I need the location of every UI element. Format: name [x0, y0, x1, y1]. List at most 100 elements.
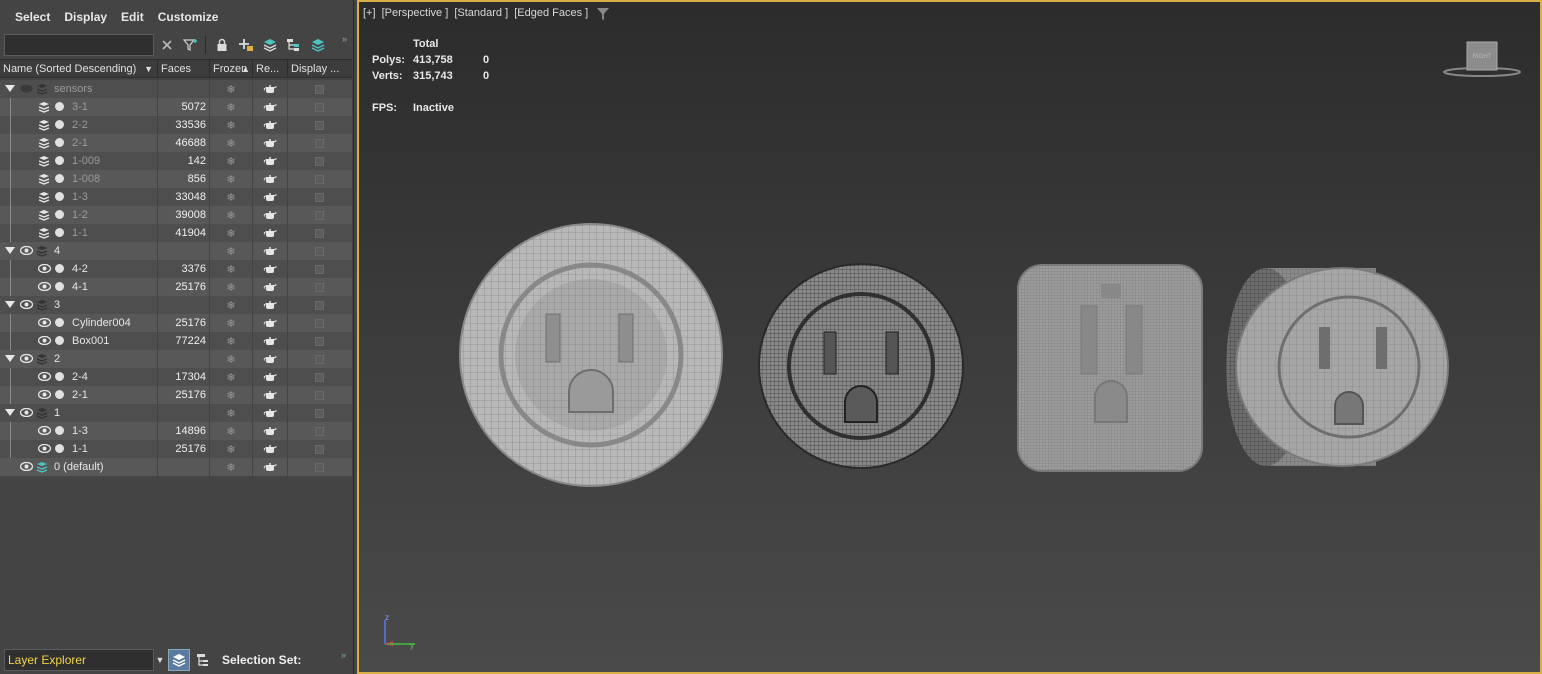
display-checkbox[interactable] — [314, 372, 324, 382]
display-checkbox[interactable] — [314, 390, 324, 400]
display-checkbox[interactable] — [314, 138, 324, 148]
column-display[interactable]: Display ... — [288, 60, 350, 77]
teapot-icon[interactable] — [263, 137, 277, 150]
teapot-icon[interactable] — [263, 281, 277, 294]
teapot-icon[interactable] — [263, 83, 277, 96]
column-name[interactable]: Name (Sorted Descending) ▼ — [0, 60, 158, 77]
layer-row[interactable]: 3 ❄ — [0, 296, 352, 314]
expand-triangle-icon[interactable] — [5, 409, 15, 416]
teapot-icon[interactable] — [263, 119, 277, 132]
teapot-icon[interactable] — [263, 443, 277, 456]
teapot-icon[interactable] — [263, 335, 277, 348]
visible-eye-icon[interactable] — [37, 389, 52, 400]
layer-row[interactable]: 0 (default) ❄ — [0, 458, 352, 476]
expand-triangle-icon[interactable] — [5, 355, 15, 362]
snowflake-icon[interactable]: ❄ — [226, 209, 235, 222]
sort-by-hierarchy-icon[interactable] — [192, 649, 214, 671]
layer-icon[interactable] — [36, 299, 48, 311]
visible-eye-icon[interactable] — [37, 371, 52, 382]
object-row[interactable]: 1-1 25176 ❄ — [0, 440, 352, 458]
display-checkbox[interactable] — [314, 318, 324, 328]
object-row[interactable]: 2-4 17304 ❄ — [0, 368, 352, 386]
expand-bottom-icon[interactable]: » — [341, 650, 346, 660]
layer-row[interactable]: 4 ❄ — [0, 242, 352, 260]
hidden-object-icon[interactable] — [38, 137, 51, 149]
teapot-icon[interactable] — [263, 245, 277, 258]
display-checkbox[interactable] — [314, 444, 324, 454]
snowflake-icon[interactable]: ❄ — [226, 137, 235, 150]
object-label[interactable]: 1-3 — [72, 191, 88, 203]
teapot-icon[interactable] — [263, 227, 277, 240]
display-checkbox[interactable] — [314, 264, 324, 274]
clear-search-icon[interactable] — [156, 34, 178, 56]
object-label[interactable]: 2-4 — [72, 371, 88, 383]
snowflake-icon[interactable]: ❄ — [226, 389, 235, 402]
object-row[interactable]: 2-2 33536 ❄ — [0, 116, 352, 134]
snowflake-icon[interactable]: ❄ — [226, 299, 235, 312]
object-row[interactable]: 3-1 5072 ❄ — [0, 98, 352, 116]
search-input[interactable] — [4, 34, 154, 56]
snowflake-icon[interactable]: ❄ — [226, 425, 235, 438]
menu-edit[interactable]: Edit — [114, 10, 151, 24]
teapot-icon[interactable] — [263, 389, 277, 402]
column-render[interactable]: Re... — [253, 60, 288, 77]
teapot-icon[interactable] — [263, 263, 277, 276]
layer-label[interactable]: 1 — [54, 407, 60, 419]
hidden-object-icon[interactable] — [38, 155, 51, 167]
chevron-down-icon[interactable]: ▼ — [154, 649, 166, 671]
expand-toolbar-icon[interactable]: » — [342, 34, 347, 44]
menu-select[interactable]: Select — [8, 10, 57, 24]
object-label[interactable]: 1-1 — [72, 443, 88, 455]
object-row[interactable]: 1-2 39008 ❄ — [0, 206, 352, 224]
object-label[interactable]: 2-1 — [72, 389, 88, 401]
snowflake-icon[interactable]: ❄ — [226, 281, 235, 294]
snowflake-icon[interactable]: ❄ — [226, 407, 235, 420]
hidden-object-icon[interactable] — [38, 173, 51, 185]
snowflake-icon[interactable]: ❄ — [226, 335, 235, 348]
mesh-round-sensor-2[interactable] — [758, 263, 964, 469]
display-checkbox[interactable] — [314, 300, 324, 310]
teapot-icon[interactable] — [263, 371, 277, 384]
teapot-icon[interactable] — [263, 353, 277, 366]
object-label[interactable]: 2-2 — [72, 119, 88, 131]
hidden-object-icon[interactable] — [38, 209, 51, 221]
teapot-icon[interactable] — [263, 173, 277, 186]
display-checkbox[interactable] — [314, 210, 324, 220]
layer-label[interactable]: 2 — [54, 353, 60, 365]
column-frozen[interactable]: Frozen ▲ — [210, 60, 253, 77]
teapot-icon[interactable] — [263, 101, 277, 114]
object-row[interactable]: 1-008 856 ❄ — [0, 170, 352, 188]
object-label[interactable]: 1-009 — [72, 155, 100, 167]
layer-row[interactable]: 1 ❄ — [0, 404, 352, 422]
filter-icon[interactable] — [180, 34, 202, 56]
snowflake-icon[interactable]: ❄ — [226, 227, 235, 240]
object-label[interactable]: 1-2 — [72, 209, 88, 221]
hierarchy-icon[interactable] — [283, 34, 305, 56]
hidden-object-icon[interactable] — [38, 101, 51, 113]
visible-eye-icon[interactable] — [19, 353, 34, 364]
mesh-round-sensor-1[interactable] — [459, 223, 723, 487]
layer-icon[interactable] — [36, 83, 48, 95]
lock-icon[interactable] — [211, 34, 233, 56]
object-row[interactable]: 2-1 46688 ❄ — [0, 134, 352, 152]
object-row[interactable]: 1-1 41904 ❄ — [0, 224, 352, 242]
display-checkbox[interactable] — [314, 336, 324, 346]
display-checkbox[interactable] — [314, 408, 324, 418]
object-label[interactable]: 4-1 — [72, 281, 88, 293]
sort-asc-icon[interactable]: ▲ — [241, 60, 250, 77]
active-layer-icon[interactable] — [36, 461, 48, 473]
display-checkbox[interactable] — [314, 102, 324, 112]
layer-label[interactable]: 3 — [54, 299, 60, 311]
layer-icon[interactable] — [36, 353, 48, 365]
snowflake-icon[interactable]: ❄ — [226, 101, 235, 114]
mesh-box-sensor[interactable] — [1017, 264, 1203, 472]
visible-eye-icon[interactable] — [19, 299, 34, 310]
menu-display[interactable]: Display — [57, 10, 114, 24]
display-checkbox[interactable] — [314, 120, 324, 130]
add-to-layer-icon[interactable] — [259, 34, 281, 56]
object-label[interactable]: 3-1 — [72, 101, 88, 113]
layer-label[interactable]: sensors — [54, 83, 93, 95]
snowflake-icon[interactable]: ❄ — [226, 83, 235, 96]
object-label[interactable]: Box001 — [72, 335, 109, 347]
object-row[interactable]: 4-1 25176 ❄ — [0, 278, 352, 296]
